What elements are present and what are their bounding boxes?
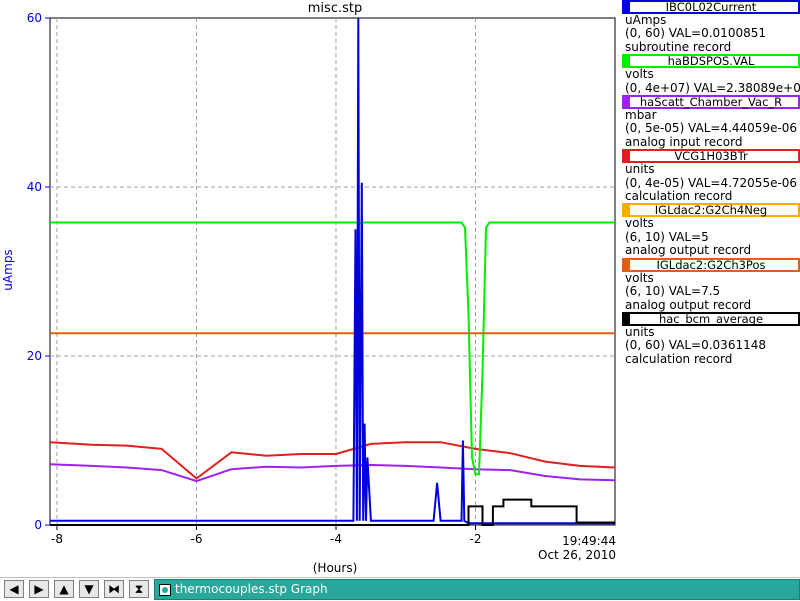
zoom-out-button[interactable]: ⧗ (129, 580, 149, 598)
legend-series-name[interactable]: IBC0L02Current (622, 0, 800, 14)
right-arrow-button[interactable]: ▶ (29, 580, 49, 598)
legend-range-value: (0, 4e-05) VAL=4.72055e-06 (625, 175, 798, 190)
legend-range-value: (6, 10) VAL=5 (625, 229, 709, 244)
legend-series-label: haBDSPOS.VAL (667, 54, 755, 69)
y-tick-label: 20 (27, 349, 42, 363)
legend-units: units (625, 162, 655, 177)
left-arrow-button[interactable]: ◀ (4, 580, 24, 598)
legend-swatch (624, 313, 630, 324)
x-axis-label: (Hours) (313, 561, 358, 575)
legend-series-name[interactable]: IGLdac2:G2Ch3Pos (622, 257, 800, 272)
legend-entry: VCG1H03BTr units (0, 4e-05) VAL=4.72055e-0… (618, 149, 800, 203)
x-tick-label: -8 (51, 532, 63, 546)
legend-series-label: IGLdac2:G2Ch3Pos (656, 257, 766, 272)
legend-entry: hac_bcm_average units (0, 60) VAL=0.036114… (618, 311, 800, 366)
legend-swatch (624, 205, 630, 216)
legend-swatch (624, 97, 630, 108)
y-axis-label: uAmps (1, 249, 15, 290)
y-tick-label: 60 (27, 11, 42, 25)
x-tick-label: -6 (190, 532, 202, 546)
legend-entry: IGLdac2:G2Ch4Neg volts (6, 10) VAL=5 analog… (618, 203, 800, 257)
end-date: Oct 26, 2010 (538, 548, 616, 562)
taskbar: ◀ ▶ ▲ ▼ ⧓ ⧗ thermocouples.stp Graph (0, 577, 800, 601)
legend-units: volts (625, 216, 654, 231)
legend-swatch (624, 56, 630, 67)
legend-series-label: haScatt_Chamber_Vac_R (639, 95, 783, 110)
legend-record-type: calculation record (625, 189, 733, 204)
y-tick-label: 0 (34, 518, 42, 532)
legend-record-type: analog input record (625, 134, 743, 149)
legend-series-label: VCG1H03BTr (674, 149, 748, 164)
down-arrow-button[interactable]: ▼ (79, 580, 99, 598)
x-tick-label: -4 (330, 532, 342, 546)
legend-units: mbar (625, 108, 657, 123)
legend-swatch (624, 151, 630, 162)
taskbar-window-label: thermocouples.stp Graph (175, 582, 328, 596)
legend-units: volts (625, 270, 654, 285)
legend-series-label: IGLdac2:G2Ch4Neg (654, 203, 768, 218)
y-tick-label: 40 (27, 180, 42, 194)
end-time: 19:49:44 (562, 534, 616, 548)
x-tick-label: -2 (470, 532, 482, 546)
legend-units: units (625, 324, 655, 339)
window-icon (159, 584, 171, 596)
legend-record-type: analog output record (625, 243, 752, 258)
plot-frame (49, 17, 616, 526)
legend-entry: IBC0L02Current uAmps (0, 60) VAL=0.0100851… (618, 0, 800, 54)
legend: IBC0L02Current uAmps (0, 60) VAL=0.0100851… (618, 0, 800, 366)
legend-series-label: IBC0L02Current (665, 0, 757, 14)
taskbar-window-button[interactable]: thermocouples.stp Graph (154, 579, 800, 600)
legend-range-value: (0, 60) VAL=0.0100851 (625, 26, 766, 41)
legend-record-type: calculation record (625, 351, 733, 366)
legend-range-value: (0, 60) VAL=0.0361148 (625, 338, 766, 353)
legend-range-value: (6, 10) VAL=7.5 (625, 284, 721, 299)
legend-units: volts (625, 67, 654, 82)
legend-record-type: subroutine record (625, 39, 732, 54)
legend-entry: IGLdac2:G2Ch3Pos volts (6, 10) VAL=7.5 anal… (618, 257, 800, 312)
legend-series-label: hac_bcm_average (658, 311, 764, 326)
legend-series-name[interactable]: VCG1H03BTr (622, 149, 800, 164)
legend-range-value: (0, 4e+07) VAL=2.38089e+07 (625, 80, 800, 95)
chart-title: misc.stp (308, 1, 362, 16)
up-arrow-button[interactable]: ▲ (54, 580, 74, 598)
legend-entry: haScatt_Chamber_Vac_R mbar (0, 5e-05) VAL=… (618, 95, 800, 149)
legend-series-name[interactable]: haScatt_Chamber_Vac_R (622, 95, 800, 110)
legend-series-name[interactable]: IGLdac2:G2Ch4Neg (622, 203, 800, 218)
legend-swatch (624, 2, 630, 12)
legend-units: uAmps (625, 13, 667, 27)
legend-series-name[interactable]: haBDSPOS.VAL (622, 54, 800, 69)
legend-series-name[interactable]: hac_bcm_average (622, 311, 800, 326)
zoom-in-button[interactable]: ⧓ (104, 580, 124, 598)
legend-record-type: analog output record (625, 297, 752, 312)
legend-swatch (624, 259, 630, 270)
legend-entry: haBDSPOS.VAL volts (0, 4e+07) VAL=2.38089e… (618, 54, 800, 95)
legend-range-value: (0, 5e-05) VAL=4.44059e-06 (625, 121, 798, 136)
